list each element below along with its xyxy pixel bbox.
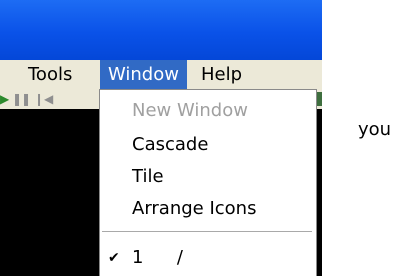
menu-window[interactable]: Window [100, 60, 187, 89]
menu-item-arrange-icons[interactable]: Arrange Icons [132, 198, 256, 220]
play-icon[interactable]: ▶ [0, 93, 9, 105]
menu-item-window-1[interactable]: 1 / [132, 247, 183, 269]
menu-tools[interactable]: Tools [20, 60, 80, 89]
window-menu-dropdown: New Window Cascade Tile Arrange Icons ✔ … [99, 89, 317, 276]
checkmark-icon: ✔ [108, 250, 120, 266]
menu-help[interactable]: Help [193, 60, 250, 89]
pause-icon[interactable]: ❚❚ [12, 93, 31, 105]
window-1-number: 1 [132, 247, 144, 268]
step-back-icon[interactable]: ❙◀ [34, 93, 53, 105]
menu-item-new-window: New Window [132, 100, 248, 121]
window-titlebar [0, 0, 322, 60]
menu-separator [102, 231, 312, 233]
menu-bar: Tools Window Help [0, 60, 322, 90]
side-text: you [358, 119, 392, 140]
menu-item-tile[interactable]: Tile [132, 166, 164, 188]
window-1-name: / [176, 247, 183, 268]
menu-item-cascade[interactable]: Cascade [132, 134, 208, 156]
